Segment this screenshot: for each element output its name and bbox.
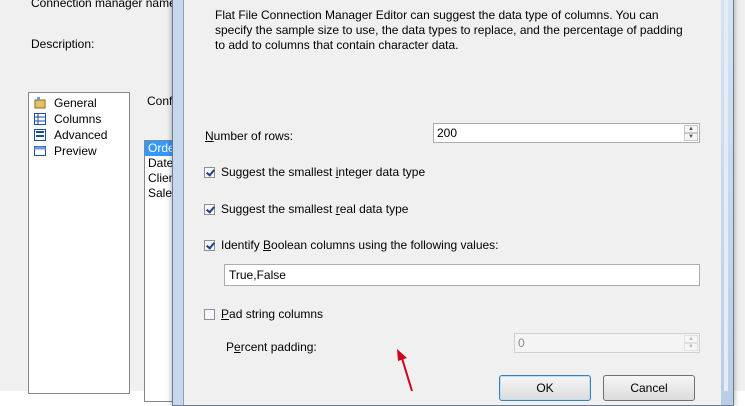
identify-boolean-label: Identify Boolean columns using the follo… <box>221 238 499 252</box>
pad-string-label: Pad string columns <box>221 307 324 321</box>
number-of-rows-label: Number of rows: <box>205 129 294 143</box>
dialog-content: Flat File Connection Manager Editor can … <box>183 0 723 405</box>
nav-item-preview[interactable]: Preview <box>34 143 97 159</box>
general-icon <box>34 97 46 109</box>
nav-item-label: Preview <box>54 144 97 158</box>
spin-up-icon[interactable]: ▲ <box>684 335 698 343</box>
percent-padding-stepper[interactable]: 0 ▲ ▼ <box>514 333 700 353</box>
suggest-real-checkbox[interactable] <box>204 203 215 215</box>
columns-icon <box>34 113 46 125</box>
page-navigation-list: General Columns Advanced Preview <box>28 92 130 394</box>
scrollbar-track[interactable] <box>724 0 728 391</box>
nav-item-advanced[interactable]: Advanced <box>34 127 107 143</box>
suggest-integer-checkbox-row[interactable]: Suggest the smallest integer data type <box>204 165 425 179</box>
nav-item-label: Columns <box>54 112 102 126</box>
nav-item-label: General <box>54 96 97 110</box>
nav-item-general[interactable]: General <box>34 95 97 111</box>
boolean-values-input[interactable]: True,False <box>224 264 700 286</box>
suggest-real-checkbox-row[interactable]: Suggest the smallest real data type <box>204 202 408 216</box>
ok-button[interactable]: OK <box>499 375 591 401</box>
suggest-column-types-dialog: Flat File Connection Manager Editor can … <box>172 0 734 406</box>
suggest-integer-checkbox[interactable] <box>204 166 215 178</box>
annotation-arrow-icon <box>397 349 413 391</box>
pad-string-checkbox[interactable] <box>204 308 215 320</box>
configure-label: Conf <box>147 94 173 108</box>
number-of-rows-value: 200 <box>437 126 458 140</box>
number-of-rows-stepper[interactable]: 200 ▲ ▼ <box>433 123 700 143</box>
suggest-real-label: Suggest the smallest real data type <box>221 202 409 216</box>
suggest-integer-label: Suggest the smallest integer data type <box>221 165 426 179</box>
spin-down-icon[interactable]: ▼ <box>684 343 698 351</box>
spin-up-icon[interactable]: ▲ <box>684 125 698 133</box>
nav-item-label: Advanced <box>54 128 108 142</box>
connection-manager-name-label: Connection manager name: <box>31 0 180 10</box>
dialog-description: Flat File Connection Manager Editor can … <box>215 8 683 52</box>
nav-item-columns[interactable]: Columns <box>34 111 101 127</box>
identify-boolean-checkbox-row[interactable]: Identify Boolean columns using the follo… <box>204 238 499 252</box>
description-label: Description: <box>31 37 95 51</box>
advanced-icon <box>34 129 46 141</box>
cancel-button[interactable]: Cancel <box>603 375 695 401</box>
spin-down-icon[interactable]: ▼ <box>684 133 698 141</box>
preview-icon <box>34 145 46 157</box>
pad-string-checkbox-row[interactable]: Pad string columns <box>204 307 323 321</box>
percent-padding-value: 0 <box>518 336 525 350</box>
percent-padding-label: Percent padding: <box>226 340 317 354</box>
identify-boolean-checkbox[interactable] <box>204 239 215 251</box>
